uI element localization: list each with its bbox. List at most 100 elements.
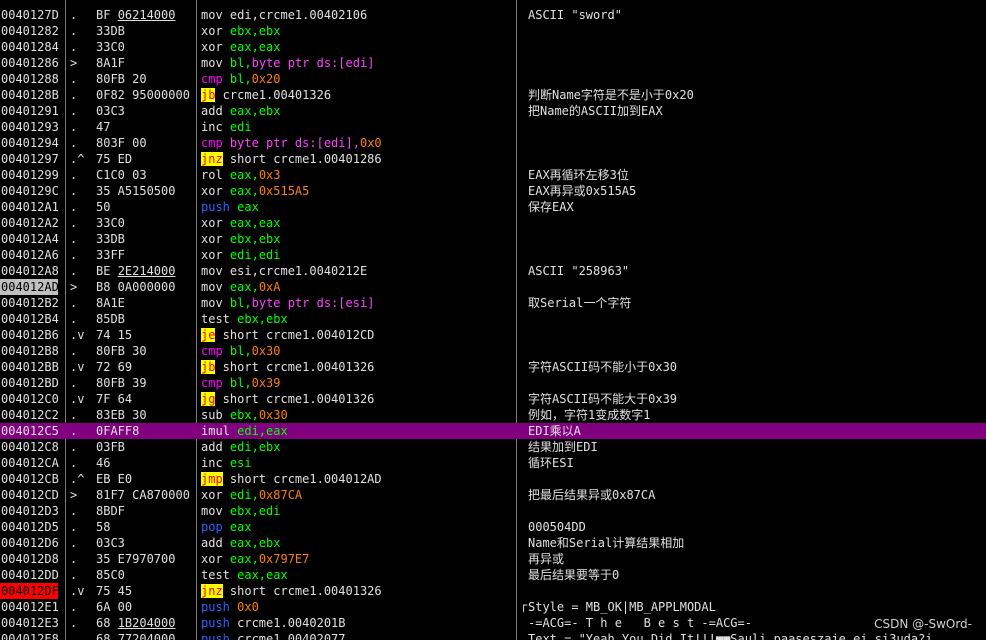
instruction-row[interactable]: 0040127D. BF 06214000 mov edi,crcme1.00402… (0, 7, 986, 23)
cpu-disassembly-pane[interactable]: 0040127D. BF 06214000 mov edi,crcme1.00402… (0, 0, 986, 640)
comment-cell: EDI乘以A (528, 424, 581, 438)
instruction-row[interactable]: 00401282. 33DB xor ebx,ebx (0, 23, 986, 39)
asm-token: short crcme1.00401326 (215, 360, 375, 374)
instruction-row[interactable]: 004012D3. 8BDF mov ebx,edi (0, 503, 986, 519)
jump-marker: . (70, 40, 78, 54)
hex-dump-cell: 03C3 (96, 103, 196, 119)
address-cell: 004012B2 (1, 296, 59, 310)
instruction-row[interactable]: 004012B2. 8A1E mov bl,byte ptr ds:[esi] 取Se… (0, 295, 986, 311)
instruction-row[interactable]: 004012A2. 33C0 xor eax,eax (0, 215, 986, 231)
instruction-row[interactable]: 00401294. 803F 00 cmp byte ptr ds:[edi],0x… (0, 135, 986, 151)
asm-token: push (201, 616, 230, 630)
asm-token: test (201, 568, 230, 582)
hex-bytes: EB E0 (96, 472, 133, 486)
instruction-row[interactable]: 00401291. 03C3 add eax,ebx 把Name的ASCII加到EAX (0, 103, 986, 119)
instruction-row[interactable]: 004012C8. 03FB add edi,ebx 结果加到EDI (0, 439, 986, 455)
disassembly-cell: xor ebx,ebx (201, 23, 515, 39)
instruction-row[interactable]: 00401288. 80FB 20 cmp bl,0x20 (0, 71, 986, 87)
instruction-row[interactable]: 004012A6. 33FF xor edi,edi (0, 247, 986, 263)
address-cell: 00401288 (1, 72, 59, 86)
instruction-row[interactable]: 004012B6 .v 74 15 je short crcme1.004012CD (0, 327, 986, 343)
instruction-row[interactable]: 00401297 .^ 75 ED jnz short crcme1.00401286 (0, 151, 986, 167)
hex-dump-cell: 80FB 20 (96, 71, 196, 87)
comment-cell: EAX再循环左移3位 (528, 168, 629, 182)
hex-bytes: 7F 64 (96, 392, 133, 406)
asm-token: ebx,edi (222, 504, 281, 518)
disassembly-cell: sub ebx,0x30 (201, 407, 515, 423)
hex-dump-cell: 8A1E (96, 295, 196, 311)
instruction-row[interactable]: 004012CD >81F7 CA870000 xor edi,0x87CA 把最后结… (0, 487, 986, 503)
hex-bytes: 33C0 (96, 216, 125, 230)
instruction-row[interactable]: 004012C5. 0FAFF8 imul edi,eax EDI乘以A (0, 423, 986, 439)
instruction-row[interactable]: 004012A1. 50 push eax 保存EAX (0, 199, 986, 215)
address-cell: 00401293 (1, 120, 59, 134)
jump-marker: > (70, 280, 78, 294)
instruction-row[interactable]: 00401293. 47 inc edi (0, 119, 986, 135)
jump-marker: . (70, 24, 78, 38)
disassembly-cell: inc esi (201, 455, 515, 471)
instruction-row[interactable]: 004012E3. 68 1B204000 push crcme1.0040201B… (0, 615, 986, 631)
asm-token: ebx, (222, 408, 259, 422)
disassembly-cell: mov edi,crcme1.00402106 (201, 7, 515, 23)
hex-dump-cell: 03FB (96, 439, 196, 455)
instruction-row[interactable]: 00401299. C1C0 03 rol eax,0x3 EAX再循环左移3位 (0, 167, 986, 183)
instruction-row[interactable]: 004012DF .v 75 45 jnz short crcme1.00401326 (0, 583, 986, 599)
instruction-row[interactable]: 0040128B. 0F82 95000000 jb crcme1.00401326… (0, 87, 986, 103)
asm-token: eax, (222, 280, 259, 294)
asm-token: ebx,ebx (222, 232, 281, 246)
instruction-row[interactable]: 004012B4. 85DB test ebx,ebx (0, 311, 986, 327)
hex-dump-cell: 33C0 (96, 215, 196, 231)
hex-dump-cell: 68 77204000 (96, 631, 196, 640)
instruction-row[interactable]: 004012D6. 03C3 add eax,ebx Name和Serial计算结果相… (0, 535, 986, 551)
instruction-row[interactable]: 004012BB .v 72 69 jb short crcme1.00401326 字… (0, 359, 986, 375)
instruction-row[interactable]: 004012A4. 33DB xor ebx,ebx (0, 231, 986, 247)
instruction-row[interactable]: 004012A8. BE 2E214000 mov esi,crcme1.00402… (0, 263, 986, 279)
instruction-row[interactable]: 0040129C. 35 A5150500 xor eax,0x515A5 EAX再异… (0, 183, 986, 199)
instruction-row[interactable]: 004012E8. 68 77204000 push crcme1.00402077… (0, 631, 986, 640)
instruction-row[interactable]: 004012C2. 83EB 30 sub ebx,0x30 例如，字符1变成数字1 (0, 407, 986, 423)
disassembly-cell: xor ebx,ebx (201, 231, 515, 247)
hex-bytes: 03C3 (96, 536, 125, 550)
asm-token: pop (201, 520, 223, 534)
instruction-row[interactable]: 004012CB .^ EB E0 jmp short crcme1.004012AD (0, 471, 986, 487)
instruction-row[interactable]: 004012C0 .v 7F 64 jg short crcme1.00401326 字… (0, 391, 986, 407)
asm-token: 0x797E7 (258, 552, 310, 566)
jump-marker: . (70, 408, 78, 422)
instruction-row[interactable]: 004012AD > B8 0A000000 mov eax,0xA (0, 279, 986, 295)
instruction-row[interactable]: 004012E1. 6A 00 push 0x0 Style = MB_OK|MB_A… (0, 599, 986, 615)
disassembly-cell: mov ebx,edi (201, 503, 515, 519)
asm-token: 0x0 (237, 600, 259, 614)
instruction-row[interactable]: 004012CA. 46 inc esi 循环ESI (0, 455, 986, 471)
asm-token: 0x515A5 (258, 184, 310, 198)
disassembly-cell: push 0x0 (201, 599, 515, 615)
asm-token: add (201, 536, 223, 550)
instruction-row[interactable]: 004012D8. 35 E7970700 xor eax,0x797E7 再异或 (0, 551, 986, 567)
asm-token: cmp (201, 72, 223, 86)
asm-token: mov (201, 296, 223, 310)
asm-token: xor (201, 184, 223, 198)
asm-token: push (201, 200, 230, 214)
disassembly-cell: test eax,eax (201, 567, 515, 583)
disassembly-cell: add edi,ebx (201, 439, 515, 455)
jump-marker: > (70, 488, 78, 502)
hex-bytes: 803F 00 (96, 136, 147, 150)
asm-token: cmp (201, 376, 223, 390)
address-cell: 00401286 (1, 56, 59, 70)
instruction-row[interactable]: 00401286 >8A1F mov bl,byte ptr ds:[edi] (0, 55, 986, 71)
disassembly-cell: je short crcme1.004012CD (201, 327, 515, 343)
disassembly-cell: xor edi,edi (201, 247, 515, 263)
disassembly-cell: mov esi,crcme1.0040212E (201, 263, 515, 279)
address-cell: 00401291 (1, 104, 59, 118)
disassembly-cell: push eax (201, 199, 515, 215)
instruction-row[interactable]: 004012B8. 80FB 30 cmp bl,0x30 (0, 343, 986, 359)
instruction-row[interactable]: 004012BD. 80FB 39 cmp bl,0x39 (0, 375, 986, 391)
hex-dump-cell: 6A 00 (96, 599, 196, 615)
instruction-row[interactable]: 00401284. 33C0 xor eax,eax (0, 39, 986, 55)
instruction-row[interactable]: 004012DD. 85C0 test eax,eax 最后结果要等于0 (0, 567, 986, 583)
hex-dump-cell: 72 69 (96, 359, 196, 375)
address-cell: 004012CA (1, 456, 59, 470)
asm-token: edi,crcme1.00402106 (222, 8, 368, 22)
instruction-row[interactable]: 004012D5. 58 pop eax 000504DD (0, 519, 986, 535)
hex-bytes: 03FB (96, 440, 125, 454)
hex-bytes: 80FB 20 (96, 72, 147, 86)
